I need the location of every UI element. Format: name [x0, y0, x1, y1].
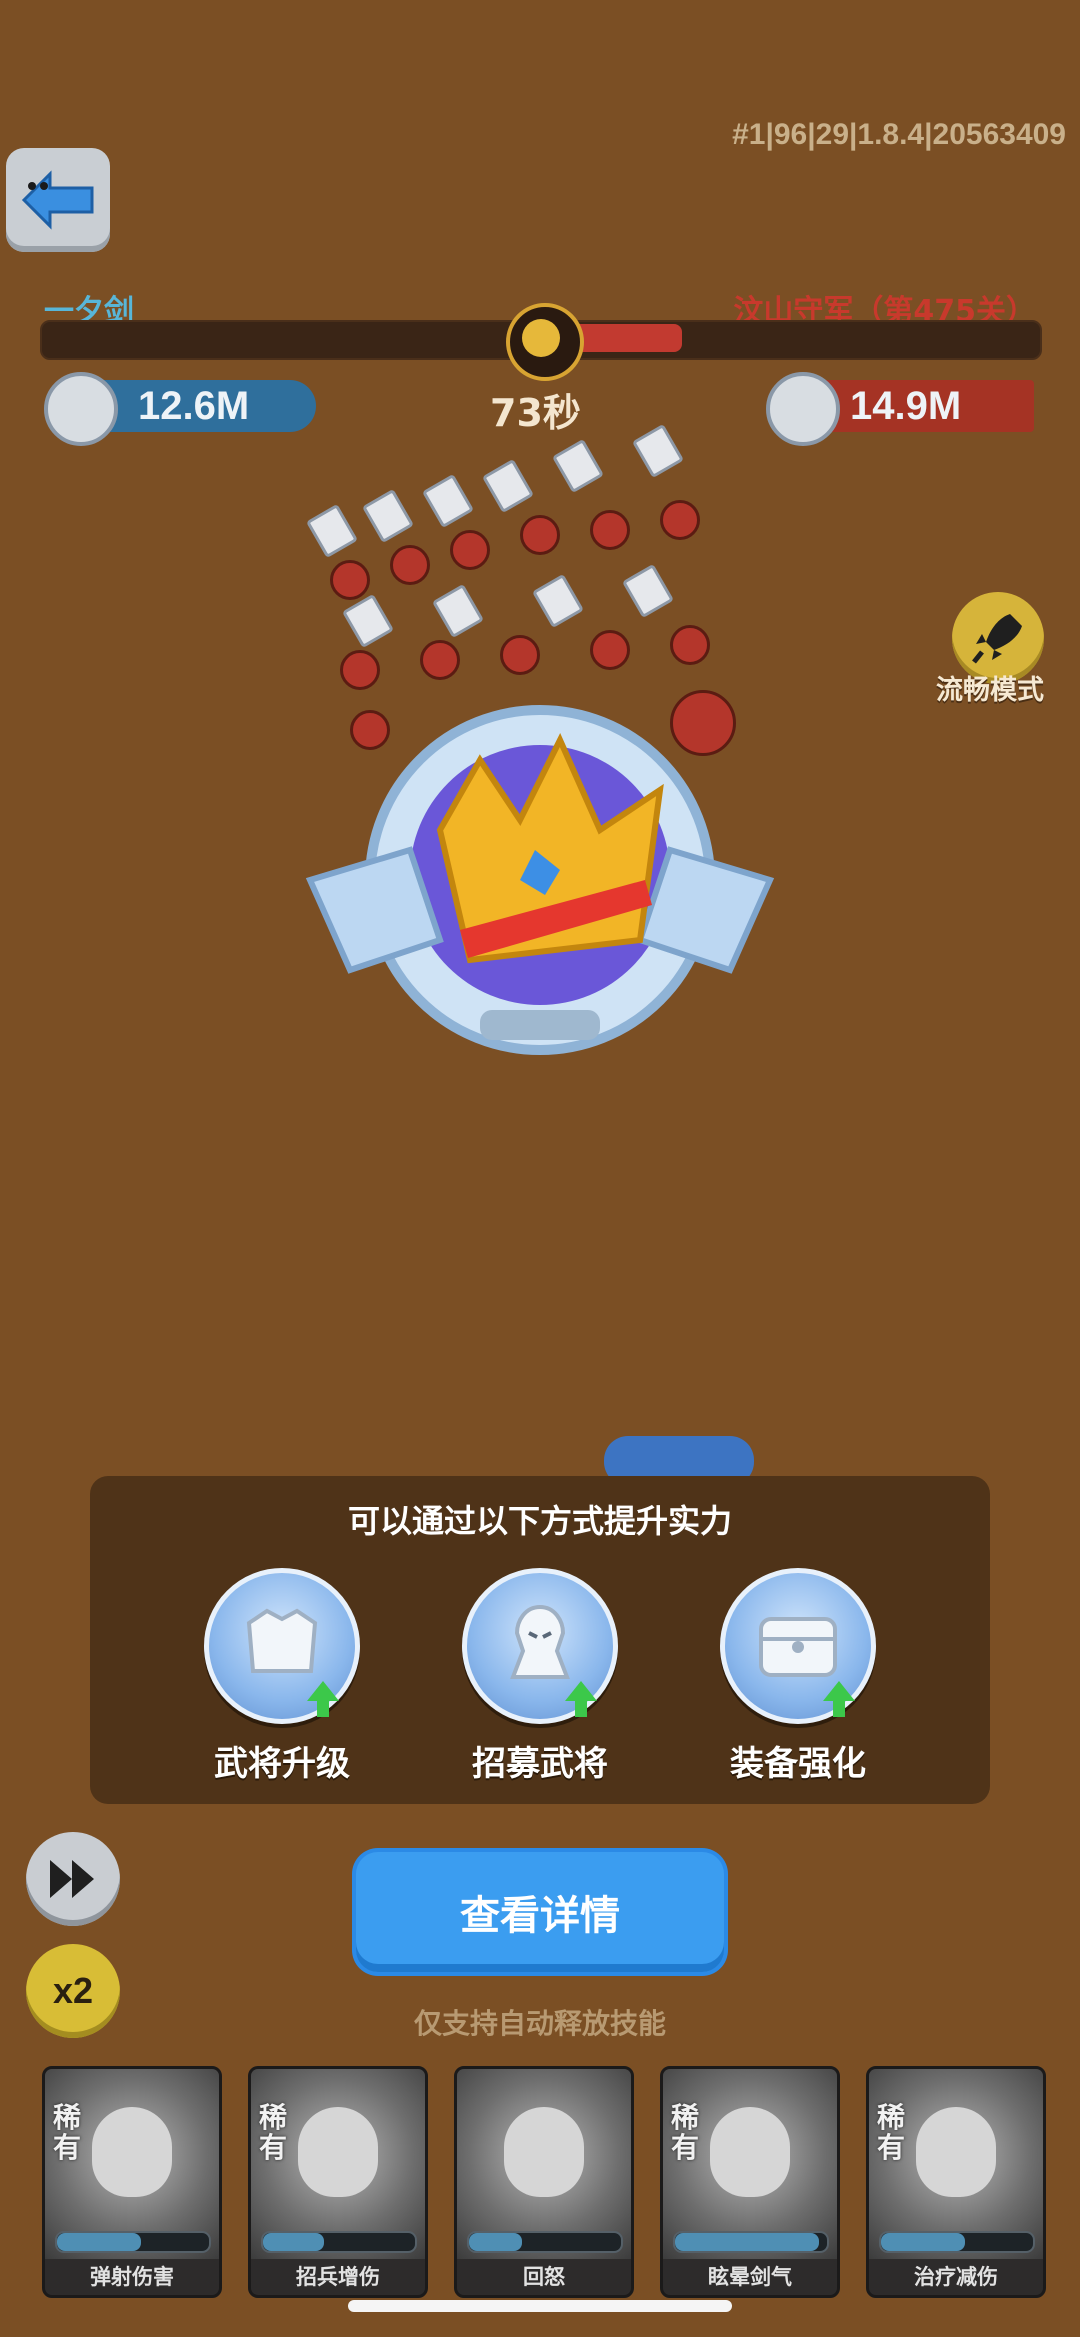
- home-indicator[interactable]: [348, 2300, 732, 2312]
- enemy-soldier: [390, 545, 430, 585]
- version-string: #1|96|29|1.8.4|20563409: [732, 118, 1066, 151]
- smooth-mode-label: 流畅模式: [936, 675, 1044, 706]
- player-power-value: 12.6M: [138, 383, 250, 428]
- hero-card[interactable]: 回怒: [454, 2066, 634, 2298]
- skill-energy-bar: [467, 2231, 623, 2253]
- enemy-soldier: [660, 500, 700, 540]
- clock-icon: [506, 303, 584, 381]
- shield-icon: [341, 593, 395, 649]
- shield-icon: [481, 458, 535, 514]
- hero-card[interactable]: 稀有 弹射伤害: [42, 2066, 222, 2298]
- enemy-soldier: [330, 560, 370, 600]
- shield-icon: [631, 423, 685, 479]
- fast-forward-button[interactable]: [26, 1832, 120, 1926]
- skill-energy-bar: [879, 2231, 1035, 2253]
- skill-energy-bar: [673, 2231, 829, 2253]
- view-details-button[interactable]: 查看详情: [356, 1852, 724, 1972]
- rarity-tag: 稀有: [877, 2101, 906, 2164]
- rarity-tag: 稀有: [53, 2101, 82, 2164]
- hero-skill-name: 治疗减伤: [914, 2265, 998, 2289]
- option-recruit-hero[interactable]: 招募武将: [440, 1568, 640, 1785]
- shield-icon: [305, 503, 359, 559]
- skill-energy-fill: [469, 2233, 523, 2251]
- shield-icon: [551, 438, 605, 494]
- shield-icon: [531, 573, 585, 629]
- hero-card[interactable]: 稀有 治疗减伤: [866, 2066, 1046, 2298]
- rarity-tag: 稀有: [259, 2101, 288, 2164]
- shield-icon: [431, 583, 485, 639]
- option-label: 装备强化: [730, 1744, 866, 1784]
- hero-skill-name: 眩晕剑气: [708, 2265, 792, 2289]
- panel-title: 可以通过以下方式提升实力: [347, 1502, 732, 1540]
- crown-emblem: [290, 680, 790, 1060]
- enemy-soldier: [670, 625, 710, 665]
- hero-skill-name: 回怒: [523, 2265, 565, 2289]
- shield-icon: [361, 488, 415, 544]
- back-arrow-icon: [21, 170, 94, 230]
- enemy-soldier: [500, 635, 540, 675]
- auto-skill-note: 仅支持自动释放技能: [413, 2007, 666, 2040]
- skill-energy-fill: [881, 2233, 965, 2251]
- shield-icon: [421, 473, 475, 529]
- skill-energy-bar: [261, 2231, 417, 2253]
- enemy-soldier: [520, 515, 560, 555]
- enemy-soldier: [590, 630, 630, 670]
- skill-energy-fill: [57, 2233, 141, 2251]
- back-button[interactable]: [6, 148, 110, 252]
- option-hero-upgrade[interactable]: 武将升级: [182, 1568, 382, 1785]
- hero-card[interactable]: 稀有 招兵增伤: [248, 2066, 428, 2298]
- sword-icon: [766, 372, 840, 446]
- enemy-power-value: 14.9M: [850, 383, 962, 428]
- shield-icon: [621, 563, 675, 619]
- hero-skill-name: 弹射伤害: [90, 2265, 174, 2289]
- enemy-soldier: [420, 640, 460, 680]
- skill-energy-bar: [55, 2231, 211, 2253]
- rarity-tag: 稀有: [671, 2101, 700, 2164]
- skill-energy-fill: [675, 2233, 820, 2251]
- enemy-soldier: [590, 510, 630, 550]
- skill-energy-fill: [263, 2233, 324, 2251]
- improve-strength-panel: 可以通过以下方式提升实力 武将升级 招募武将 装备强化: [90, 1476, 990, 1804]
- option-equipment-enhance[interactable]: 装备强化: [698, 1568, 898, 1785]
- hero-skill-name: 招兵增伤: [296, 2265, 380, 2289]
- option-label: 武将升级: [214, 1744, 350, 1784]
- hero-card[interactable]: 稀有 眩晕剑气: [660, 2066, 840, 2298]
- enemy-soldier: [450, 530, 490, 570]
- sword-icon: [44, 372, 118, 446]
- crown-icon: [305, 705, 775, 1055]
- fast-forward-icon: [50, 1860, 94, 1898]
- option-label: 招募武将: [472, 1744, 608, 1784]
